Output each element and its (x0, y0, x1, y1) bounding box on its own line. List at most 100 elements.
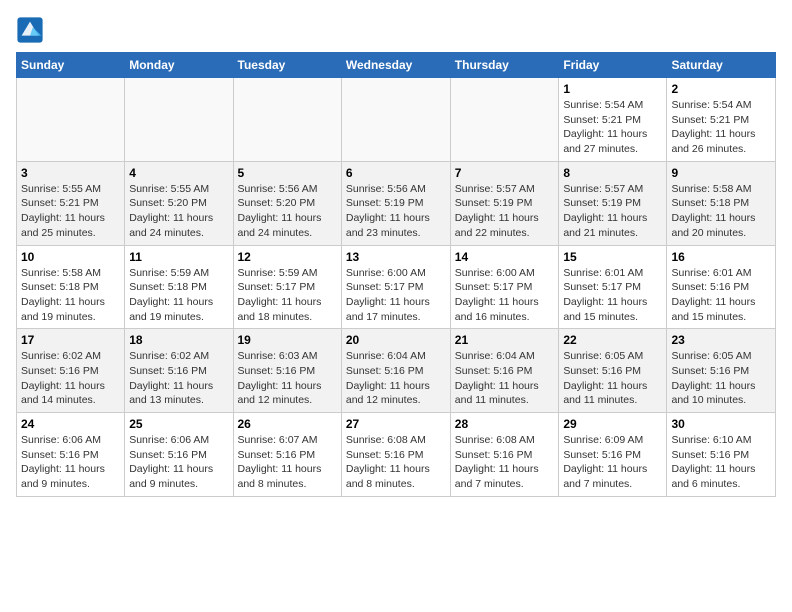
day-info: Sunrise: 5:57 AM Sunset: 5:19 PM Dayligh… (563, 182, 662, 241)
calendar-cell: 6Sunrise: 5:56 AM Sunset: 5:19 PM Daylig… (341, 161, 450, 245)
day-number: 17 (21, 333, 120, 347)
day-number: 22 (563, 333, 662, 347)
day-header-saturday: Saturday (667, 53, 776, 78)
day-info: Sunrise: 5:54 AM Sunset: 5:21 PM Dayligh… (671, 98, 771, 157)
calendar-header-row: SundayMondayTuesdayWednesdayThursdayFrid… (17, 53, 776, 78)
calendar-cell: 8 Sunrise: 5:57 AM Sunset: 5:19 PM Daylig… (559, 161, 667, 245)
calendar-cell: 16 Sunrise: 6:01 AM Sunset: 5:16 PM Dayli… (667, 245, 776, 329)
calendar-cell: 1 Sunrise: 5:54 AM Sunset: 5:21 PM Daylig… (559, 78, 667, 162)
day-info: Sunrise: 6:06 AM Sunset: 5:16 PM Dayligh… (129, 433, 228, 492)
day-info: Sunrise: 6:07 AM Sunset: 5:16 PM Dayligh… (238, 433, 337, 492)
calendar-cell: 11 Sunrise: 5:59 AM Sunset: 5:18 PM Dayli… (125, 245, 233, 329)
calendar-week-1: 1 Sunrise: 5:54 AM Sunset: 5:21 PM Daylig… (17, 78, 776, 162)
day-info: Sunrise: 5:55 AM Sunset: 5:20 PM Dayligh… (129, 182, 228, 241)
calendar-cell (233, 78, 341, 162)
calendar-week-4: 17 Sunrise: 6:02 AM Sunset: 5:16 PM Dayli… (17, 329, 776, 413)
calendar-cell: 14Sunrise: 6:00 AM Sunset: 5:17 PM Dayli… (450, 245, 559, 329)
day-number: 26 (238, 417, 337, 431)
day-number: 23 (671, 333, 771, 347)
day-number: 3 (21, 166, 120, 180)
day-number: 8 (563, 166, 662, 180)
day-number: 13 (346, 250, 446, 264)
day-info: Sunrise: 6:00 AM Sunset: 5:17 PM Dayligh… (455, 266, 555, 325)
calendar-cell: 18Sunrise: 6:02 AM Sunset: 5:16 PM Dayli… (125, 329, 233, 413)
day-number: 1 (563, 82, 662, 96)
calendar-cell: 24 Sunrise: 6:06 AM Sunset: 5:16 PM Dayli… (17, 413, 125, 497)
calendar-week-5: 24 Sunrise: 6:06 AM Sunset: 5:16 PM Dayli… (17, 413, 776, 497)
day-info: Sunrise: 5:56 AM Sunset: 5:19 PM Dayligh… (346, 182, 446, 241)
day-number: 27 (346, 417, 446, 431)
day-number: 30 (671, 417, 771, 431)
day-info: Sunrise: 6:02 AM Sunset: 5:16 PM Dayligh… (129, 349, 228, 408)
calendar-cell: 4 Sunrise: 5:55 AM Sunset: 5:20 PM Daylig… (125, 161, 233, 245)
calendar-cell: 2 Sunrise: 5:54 AM Sunset: 5:21 PM Daylig… (667, 78, 776, 162)
calendar-cell: 23 Sunrise: 6:05 AM Sunset: 5:16 PM Dayli… (667, 329, 776, 413)
day-info: Sunrise: 6:09 AM Sunset: 5:16 PM Dayligh… (563, 433, 662, 492)
day-number: 4 (129, 166, 228, 180)
day-number: 16 (671, 250, 771, 264)
day-header-friday: Friday (559, 53, 667, 78)
logo-icon (16, 16, 44, 44)
day-info: Sunrise: 6:03 AM Sunset: 5:16 PM Dayligh… (238, 349, 337, 408)
calendar-cell: 22 Sunrise: 6:05 AM Sunset: 5:16 PM Dayli… (559, 329, 667, 413)
day-info: Sunrise: 5:58 AM Sunset: 5:18 PM Dayligh… (21, 266, 120, 325)
day-number: 24 (21, 417, 120, 431)
day-number: 28 (455, 417, 555, 431)
calendar-week-3: 10 Sunrise: 5:58 AM Sunset: 5:18 PM Dayli… (17, 245, 776, 329)
calendar-cell: 3 Sunrise: 5:55 AM Sunset: 5:21 PM Daylig… (17, 161, 125, 245)
logo (16, 16, 48, 44)
day-header-sunday: Sunday (17, 53, 125, 78)
calendar-cell: 12 Sunrise: 5:59 AM Sunset: 5:17 PM Dayli… (233, 245, 341, 329)
calendar-cell: 25Sunrise: 6:06 AM Sunset: 5:16 PM Dayli… (125, 413, 233, 497)
day-header-wednesday: Wednesday (341, 53, 450, 78)
day-info: Sunrise: 6:10 AM Sunset: 5:16 PM Dayligh… (671, 433, 771, 492)
calendar-cell: 10 Sunrise: 5:58 AM Sunset: 5:18 PM Dayli… (17, 245, 125, 329)
calendar-cell: 21 Sunrise: 6:04 AM Sunset: 5:16 PM Dayli… (450, 329, 559, 413)
day-number: 11 (129, 250, 228, 264)
calendar-week-2: 3 Sunrise: 5:55 AM Sunset: 5:21 PM Daylig… (17, 161, 776, 245)
day-info: Sunrise: 5:54 AM Sunset: 5:21 PM Dayligh… (563, 98, 662, 157)
calendar-cell: 27 Sunrise: 6:08 AM Sunset: 5:16 PM Dayli… (341, 413, 450, 497)
day-info: Sunrise: 5:59 AM Sunset: 5:18 PM Dayligh… (129, 266, 228, 325)
calendar-cell (341, 78, 450, 162)
day-number: 12 (238, 250, 337, 264)
day-info: Sunrise: 6:01 AM Sunset: 5:17 PM Dayligh… (563, 266, 662, 325)
day-info: Sunrise: 6:01 AM Sunset: 5:16 PM Dayligh… (671, 266, 771, 325)
calendar-cell: 19 Sunrise: 6:03 AM Sunset: 5:16 PM Dayli… (233, 329, 341, 413)
day-header-monday: Monday (125, 53, 233, 78)
calendar-cell (17, 78, 125, 162)
day-info: Sunrise: 6:05 AM Sunset: 5:16 PM Dayligh… (671, 349, 771, 408)
calendar-cell: 13Sunrise: 6:00 AM Sunset: 5:17 PM Dayli… (341, 245, 450, 329)
day-number: 15 (563, 250, 662, 264)
calendar-cell: 26 Sunrise: 6:07 AM Sunset: 5:16 PM Dayli… (233, 413, 341, 497)
day-info: Sunrise: 6:08 AM Sunset: 5:16 PM Dayligh… (346, 433, 446, 492)
day-info: Sunrise: 6:02 AM Sunset: 5:16 PM Dayligh… (21, 349, 120, 408)
day-number: 7 (455, 166, 555, 180)
day-info: Sunrise: 5:55 AM Sunset: 5:21 PM Dayligh… (21, 182, 120, 241)
calendar-cell (450, 78, 559, 162)
day-info: Sunrise: 6:04 AM Sunset: 5:16 PM Dayligh… (455, 349, 555, 408)
day-number: 9 (671, 166, 771, 180)
calendar-cell: 17 Sunrise: 6:02 AM Sunset: 5:16 PM Dayli… (17, 329, 125, 413)
day-number: 29 (563, 417, 662, 431)
calendar-cell: 30 Sunrise: 6:10 AM Sunset: 5:16 PM Dayli… (667, 413, 776, 497)
day-header-thursday: Thursday (450, 53, 559, 78)
day-number: 5 (238, 166, 337, 180)
day-info: Sunrise: 6:04 AM Sunset: 5:16 PM Dayligh… (346, 349, 446, 408)
calendar-cell: 29 Sunrise: 6:09 AM Sunset: 5:16 PM Dayli… (559, 413, 667, 497)
day-number: 10 (21, 250, 120, 264)
day-number: 20 (346, 333, 446, 347)
day-number: 2 (671, 82, 771, 96)
day-info: Sunrise: 5:58 AM Sunset: 5:18 PM Dayligh… (671, 182, 771, 241)
day-info: Sunrise: 5:57 AM Sunset: 5:19 PM Dayligh… (455, 182, 555, 241)
calendar-cell (125, 78, 233, 162)
day-header-tuesday: Tuesday (233, 53, 341, 78)
day-number: 19 (238, 333, 337, 347)
calendar-table: SundayMondayTuesdayWednesdayThursdayFrid… (16, 52, 776, 497)
day-info: Sunrise: 5:56 AM Sunset: 5:20 PM Dayligh… (238, 182, 337, 241)
day-info: Sunrise: 5:59 AM Sunset: 5:17 PM Dayligh… (238, 266, 337, 325)
day-number: 21 (455, 333, 555, 347)
day-info: Sunrise: 6:05 AM Sunset: 5:16 PM Dayligh… (563, 349, 662, 408)
day-info: Sunrise: 6:06 AM Sunset: 5:16 PM Dayligh… (21, 433, 120, 492)
page-header (16, 16, 776, 44)
